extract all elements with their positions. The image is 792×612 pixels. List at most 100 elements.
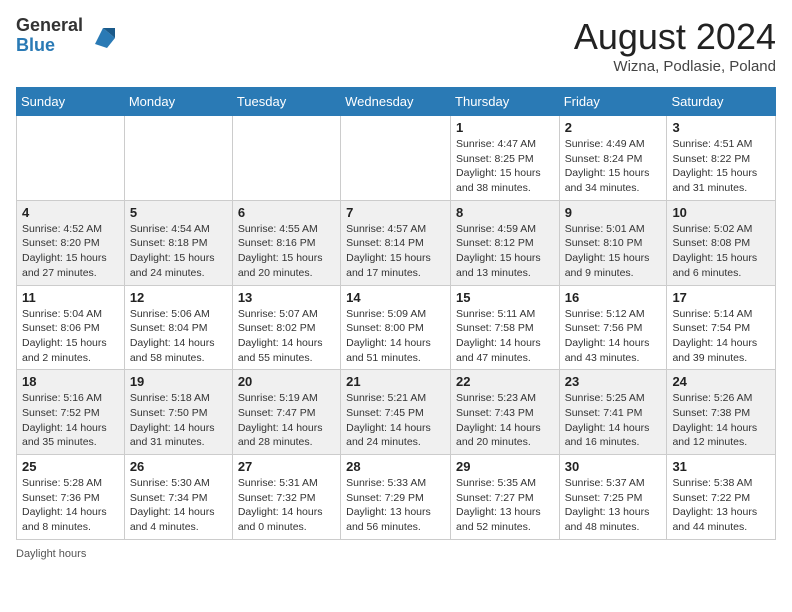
logo-blue-text: Blue: [16, 36, 83, 56]
day-info: Sunrise: 5:02 AMSunset: 8:08 PMDaylight:…: [672, 222, 770, 281]
day-cell: 14 Sunrise: 5:09 AMSunset: 8:00 PMDayligh…: [341, 285, 451, 370]
footer: Daylight hours: [16, 548, 776, 560]
day-cell: 1 Sunrise: 4:47 AMSunset: 8:25 PMDaylight…: [451, 116, 560, 201]
day-cell: 12 Sunrise: 5:06 AMSunset: 8:04 PMDayligh…: [124, 285, 232, 370]
week-row-4: 18 Sunrise: 5:16 AMSunset: 7:52 PMDayligh…: [17, 370, 776, 455]
day-number: 1: [456, 120, 554, 135]
logo-icon: [87, 20, 119, 52]
day-info: Sunrise: 5:01 AMSunset: 8:10 PMDaylight:…: [565, 222, 662, 281]
day-number: 3: [672, 120, 770, 135]
month-year-title: August 2024: [574, 16, 776, 58]
day-number: 31: [672, 459, 770, 474]
day-info: Sunrise: 5:33 AMSunset: 7:29 PMDaylight:…: [346, 476, 445, 535]
day-cell: 27 Sunrise: 5:31 AMSunset: 7:32 PMDayligh…: [232, 455, 340, 540]
header-wednesday: Wednesday: [341, 88, 451, 116]
day-info: Sunrise: 4:57 AMSunset: 8:14 PMDaylight:…: [346, 222, 445, 281]
day-number: 4: [22, 205, 119, 220]
day-info: Sunrise: 5:06 AMSunset: 8:04 PMDaylight:…: [130, 307, 227, 366]
day-info: Sunrise: 5:21 AMSunset: 7:45 PMDaylight:…: [346, 391, 445, 450]
title-block: August 2024 Wizna, Podlasie, Poland: [574, 16, 776, 75]
day-info: Sunrise: 5:31 AMSunset: 7:32 PMDaylight:…: [238, 476, 335, 535]
header-saturday: Saturday: [667, 88, 776, 116]
day-cell: 26 Sunrise: 5:30 AMSunset: 7:34 PMDayligh…: [124, 455, 232, 540]
day-cell: 19 Sunrise: 5:18 AMSunset: 7:50 PMDayligh…: [124, 370, 232, 455]
day-info: Sunrise: 5:09 AMSunset: 8:00 PMDaylight:…: [346, 307, 445, 366]
day-cell: 21 Sunrise: 5:21 AMSunset: 7:45 PMDayligh…: [341, 370, 451, 455]
day-cell: 3 Sunrise: 4:51 AMSunset: 8:22 PMDaylight…: [667, 116, 776, 201]
day-number: 30: [565, 459, 662, 474]
header-monday: Monday: [124, 88, 232, 116]
day-cell: 6Sunrise: 4:55 AMSunset: 8:16 PMDaylight…: [232, 200, 340, 285]
day-number: 18: [22, 374, 119, 389]
day-number: 15: [456, 290, 554, 305]
day-info: Sunrise: 5:25 AMSunset: 7:41 PMDaylight:…: [565, 391, 662, 450]
day-info: Sunrise: 4:59 AMSunset: 8:12 PMDaylight:…: [456, 222, 554, 281]
day-number: 8: [456, 205, 554, 220]
day-cell: 28Sunrise: 5:33 AMSunset: 7:29 PMDayligh…: [341, 455, 451, 540]
day-number: 12: [130, 290, 227, 305]
day-cell: 20Sunrise: 5:19 AMSunset: 7:47 PMDayligh…: [232, 370, 340, 455]
logo: General Blue: [16, 16, 119, 56]
day-info: Sunrise: 5:37 AMSunset: 7:25 PMDaylight:…: [565, 476, 662, 535]
day-cell: 16Sunrise: 5:12 AMSunset: 7:56 PMDayligh…: [559, 285, 667, 370]
day-number: 10: [672, 205, 770, 220]
day-number: 20: [238, 374, 335, 389]
day-info: Sunrise: 4:51 AMSunset: 8:22 PMDaylight:…: [672, 137, 770, 196]
day-info: Sunrise: 5:07 AMSunset: 8:02 PMDaylight:…: [238, 307, 335, 366]
day-info: Sunrise: 5:38 AMSunset: 7:22 PMDaylight:…: [672, 476, 770, 535]
calendar-table: Sunday Monday Tuesday Wednesday Thursday…: [16, 87, 776, 540]
day-cell: 24Sunrise: 5:26 AMSunset: 7:38 PMDayligh…: [667, 370, 776, 455]
header-tuesday: Tuesday: [232, 88, 340, 116]
day-number: 9: [565, 205, 662, 220]
day-number: 26: [130, 459, 227, 474]
day-info: Sunrise: 4:49 AMSunset: 8:24 PMDaylight:…: [565, 137, 662, 196]
day-cell: [17, 116, 125, 201]
day-cell: [341, 116, 451, 201]
day-cell: 4 Sunrise: 4:52 AMSunset: 8:20 PMDaylight…: [17, 200, 125, 285]
day-number: 21: [346, 374, 445, 389]
day-info: Sunrise: 4:54 AMSunset: 8:18 PMDaylight:…: [130, 222, 227, 281]
day-number: 27: [238, 459, 335, 474]
day-number: 17: [672, 290, 770, 305]
day-number: 5: [130, 205, 227, 220]
day-cell: [124, 116, 232, 201]
header-friday: Friday: [559, 88, 667, 116]
day-number: 25: [22, 459, 119, 474]
week-row-5: 25Sunrise: 5:28 AMSunset: 7:36 PMDayligh…: [17, 455, 776, 540]
day-number: 19: [130, 374, 227, 389]
day-cell: 25Sunrise: 5:28 AMSunset: 7:36 PMDayligh…: [17, 455, 125, 540]
day-cell: 2Sunrise: 4:49 AMSunset: 8:24 PMDaylight…: [559, 116, 667, 201]
day-number: 11: [22, 290, 119, 305]
day-cell: 11 Sunrise: 5:04 AMSunset: 8:06 PMDayligh…: [17, 285, 125, 370]
day-cell: 9 Sunrise: 5:01 AMSunset: 8:10 PMDaylight…: [559, 200, 667, 285]
day-cell: 15 Sunrise: 5:11 AMSunset: 7:58 PMDayligh…: [451, 285, 560, 370]
day-cell: 17 Sunrise: 5:14 AMSunset: 7:54 PMDayligh…: [667, 285, 776, 370]
day-info: Sunrise: 5:30 AMSunset: 7:34 PMDaylight:…: [130, 476, 227, 535]
header-sunday: Sunday: [17, 88, 125, 116]
day-cell: 8 Sunrise: 4:59 AMSunset: 8:12 PMDaylight…: [451, 200, 560, 285]
week-row-2: 4 Sunrise: 4:52 AMSunset: 8:20 PMDaylight…: [17, 200, 776, 285]
day-cell: 5 Sunrise: 4:54 AMSunset: 8:18 PMDaylight…: [124, 200, 232, 285]
logo-general-text: General: [16, 16, 83, 36]
page-header: General Blue August 2024 Wizna, Podlasie…: [16, 16, 776, 75]
day-info: Sunrise: 5:16 AMSunset: 7:52 PMDaylight:…: [22, 391, 119, 450]
day-number: 23: [565, 374, 662, 389]
day-number: 13: [238, 290, 335, 305]
day-number: 24: [672, 374, 770, 389]
header-thursday: Thursday: [451, 88, 560, 116]
day-cell: 10 Sunrise: 5:02 AMSunset: 8:08 PMDayligh…: [667, 200, 776, 285]
weekday-header-row: Sunday Monday Tuesday Wednesday Thursday…: [17, 88, 776, 116]
day-info: Sunrise: 4:47 AMSunset: 8:25 PMDaylight:…: [456, 137, 554, 196]
day-number: 14: [346, 290, 445, 305]
day-info: Sunrise: 5:14 AMSunset: 7:54 PMDaylight:…: [672, 307, 770, 366]
day-info: Sunrise: 5:04 AMSunset: 8:06 PMDaylight:…: [22, 307, 119, 366]
day-number: 22: [456, 374, 554, 389]
day-number: 29: [456, 459, 554, 474]
day-cell: 29Sunrise: 5:35 AMSunset: 7:27 PMDayligh…: [451, 455, 560, 540]
day-cell: 22Sunrise: 5:23 AMSunset: 7:43 PMDayligh…: [451, 370, 560, 455]
day-cell: 30 Sunrise: 5:37 AMSunset: 7:25 PMDayligh…: [559, 455, 667, 540]
day-info: Sunrise: 5:18 AMSunset: 7:50 PMDaylight:…: [130, 391, 227, 450]
day-number: 16: [565, 290, 662, 305]
day-info: Sunrise: 4:52 AMSunset: 8:20 PMDaylight:…: [22, 222, 119, 281]
day-info: Sunrise: 5:11 AMSunset: 7:58 PMDaylight:…: [456, 307, 554, 366]
